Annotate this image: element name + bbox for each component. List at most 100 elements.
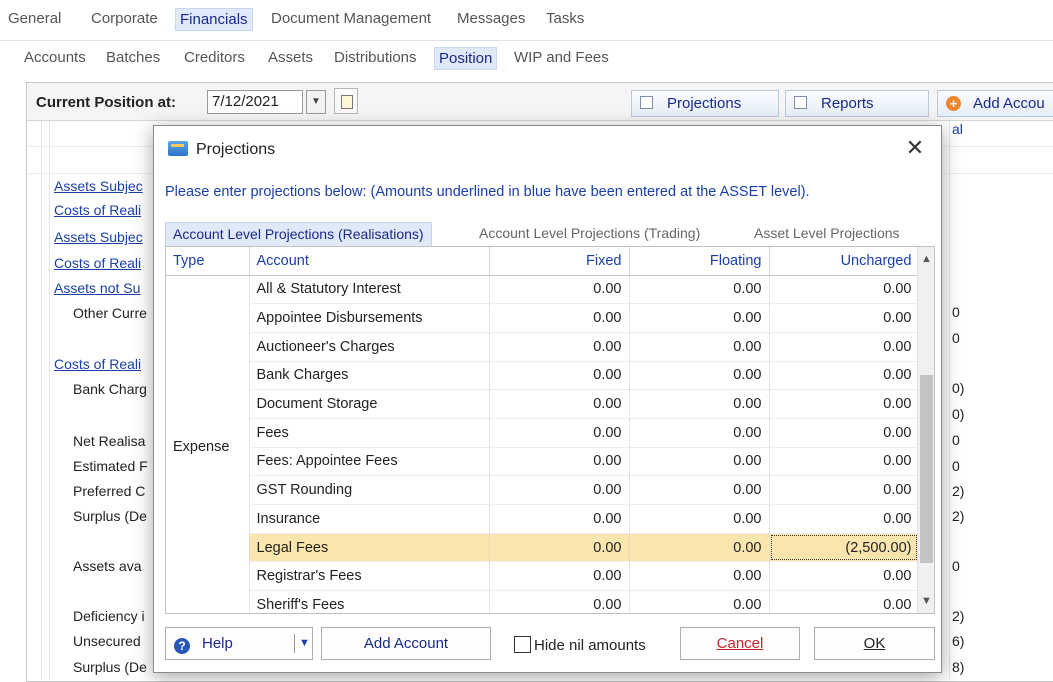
table-row[interactable]: Auctioneer's Charges 0.00 0.00 0.00 [166,332,920,362]
account-cell[interactable]: Sheriff's Fees [249,590,490,613]
fixed-cell[interactable]: 0.00 [489,561,630,592]
position-date-input[interactable]: 7/12/2021 [207,90,303,114]
fixed-cell[interactable]: 0.00 [489,447,630,477]
ok-button[interactable]: OK [814,627,935,660]
account-cell[interactable]: Fees [249,418,490,448]
uncharged-cell[interactable]: 0.00 [769,561,920,592]
fixed-cell[interactable]: 0.00 [489,590,630,613]
floating-cell[interactable]: 0.00 [629,389,770,419]
account-cell[interactable]: Bank Charges [249,361,490,391]
bg-row-link[interactable]: Assets not Su [54,280,140,296]
uncharged-cell-focused[interactable]: (2,500.00) [769,533,920,563]
table-row[interactable]: Expense All & Statutory Interest 0.00 0.… [166,275,920,613]
bg-row-link[interactable]: Assets Subjec [54,178,143,194]
fixed-cell[interactable]: 0.00 [489,504,630,534]
reports-button[interactable]: Reports [785,90,929,117]
floating-cell[interactable]: 0.00 [629,418,770,448]
uncharged-cell[interactable]: 0.00 [769,475,920,505]
subtab-wip-and-fees[interactable]: WIP and Fees [514,49,609,66]
cancel-button[interactable]: Cancel [680,627,800,660]
tab-financials[interactable]: Financials [175,8,253,31]
column-header-uncharged[interactable]: Uncharged [769,247,920,276]
uncharged-cell[interactable]: 0.00 [769,332,920,362]
account-cell[interactable]: Appointee Disbursements [249,303,490,333]
vertical-scrollbar[interactable]: ▲ ▼ [917,247,934,613]
floating-cell[interactable]: 0.00 [629,303,770,333]
table-row-selected[interactable]: Legal Fees 0.00 0.00 (2,500.00) [166,533,920,563]
uncharged-cell[interactable]: 0.00 [769,389,920,419]
table-row[interactable]: Document Storage 0.00 0.00 0.00 [166,389,920,419]
floating-cell[interactable]: 0.00 [629,533,770,563]
tab-account-trading[interactable]: Account Level Projections (Trading) [472,222,707,246]
table-row[interactable]: Bank Charges 0.00 0.00 0.00 [166,361,920,391]
subtab-batches[interactable]: Batches [106,49,160,66]
projections-button[interactable]: Projections [631,90,779,117]
close-icon[interactable]: ✕ [901,134,929,162]
fixed-cell[interactable]: 0.00 [489,275,630,305]
subtab-assets[interactable]: Assets [268,49,313,66]
floating-cell[interactable]: 0.00 [629,475,770,505]
account-cell[interactable]: Legal Fees [249,533,490,563]
subtab-creditors[interactable]: Creditors [184,49,245,66]
uncharged-cell[interactable]: 0.00 [769,590,920,613]
account-cell[interactable]: Fees: Appointee Fees [249,447,490,477]
hide-nil-checkbox[interactable] [514,636,531,653]
tab-messages[interactable]: Messages [457,10,525,27]
floating-cell[interactable]: 0.00 [629,504,770,534]
floating-cell[interactable]: 0.00 [629,561,770,592]
tab-document-management[interactable]: Document Management [271,10,431,27]
chevron-down-icon[interactable]: ▼ [299,628,310,659]
table-row[interactable]: Sheriff's Fees 0.00 0.00 0.00 [166,590,920,613]
help-button[interactable]: ? Help ▼ [165,627,313,660]
fixed-cell[interactable]: 0.00 [489,418,630,448]
uncharged-cell[interactable]: 0.00 [769,275,920,305]
account-cell[interactable]: Auctioneer's Charges [249,332,490,362]
scrollbar-thumb[interactable] [920,375,933,563]
tab-tasks[interactable]: Tasks [546,10,584,27]
uncharged-cell[interactable]: 0.00 [769,504,920,534]
account-cell[interactable]: GST Rounding [249,475,490,505]
account-cell[interactable]: Insurance [249,504,490,534]
subtab-accounts[interactable]: Accounts [24,49,86,66]
account-cell[interactable]: All & Statutory Interest [249,275,490,305]
uncharged-cell[interactable]: 0.00 [769,418,920,448]
bg-row-link[interactable]: Costs of Reali [54,255,141,271]
table-row[interactable]: Appointee Disbursements 0.00 0.00 0.00 [166,303,920,333]
hide-nil-checkbox-label[interactable]: Hide nil amounts [514,636,646,654]
account-cell[interactable]: Document Storage [249,389,490,419]
column-header-fixed[interactable]: Fixed [489,247,630,276]
chevron-down-icon[interactable]: ▼ [306,90,326,114]
fixed-cell[interactable]: 0.00 [489,361,630,391]
floating-cell[interactable]: 0.00 [629,332,770,362]
table-row[interactable]: GST Rounding 0.00 0.00 0.00 [166,475,920,505]
subtab-distributions[interactable]: Distributions [334,49,417,66]
add-account-button[interactable]: + Add Accou [937,90,1053,117]
bg-row-link[interactable]: Costs of Reali [54,356,141,372]
refresh-icon[interactable] [334,88,358,114]
floating-cell[interactable]: 0.00 [629,590,770,613]
table-row[interactable]: Fees 0.00 0.00 0.00 [166,418,920,448]
add-account-button[interactable]: Add Account [321,627,491,660]
uncharged-cell[interactable]: 0.00 [769,447,920,477]
subtab-position[interactable]: Position [434,47,498,70]
chevron-up-icon[interactable]: ▲ [918,249,934,269]
tab-corporate[interactable]: Corporate [91,10,158,27]
fixed-cell[interactable]: 0.00 [489,389,630,419]
floating-cell[interactable]: 0.00 [629,275,770,305]
uncharged-cell[interactable]: 0.00 [769,303,920,333]
tab-general[interactable]: General [8,10,61,27]
table-row[interactable]: Fees: Appointee Fees 0.00 0.00 0.00 [166,447,920,477]
column-header-type[interactable]: Type [166,247,250,276]
floating-cell[interactable]: 0.00 [629,361,770,391]
fixed-cell[interactable]: 0.00 [489,475,630,505]
fixed-cell[interactable]: 0.00 [489,303,630,333]
floating-cell[interactable]: 0.00 [629,447,770,477]
account-cell[interactable]: Registrar's Fees [249,561,490,592]
fixed-cell[interactable]: 0.00 [489,533,630,563]
bg-row-link[interactable]: Assets Subjec [54,229,143,245]
tab-asset-level[interactable]: Asset Level Projections [747,222,907,246]
column-header-account[interactable]: Account [249,247,490,276]
bg-row-link[interactable]: Costs of Reali [54,202,141,218]
table-row[interactable]: Registrar's Fees 0.00 0.00 0.00 [166,561,920,592]
chevron-down-icon[interactable]: ▼ [918,591,934,611]
